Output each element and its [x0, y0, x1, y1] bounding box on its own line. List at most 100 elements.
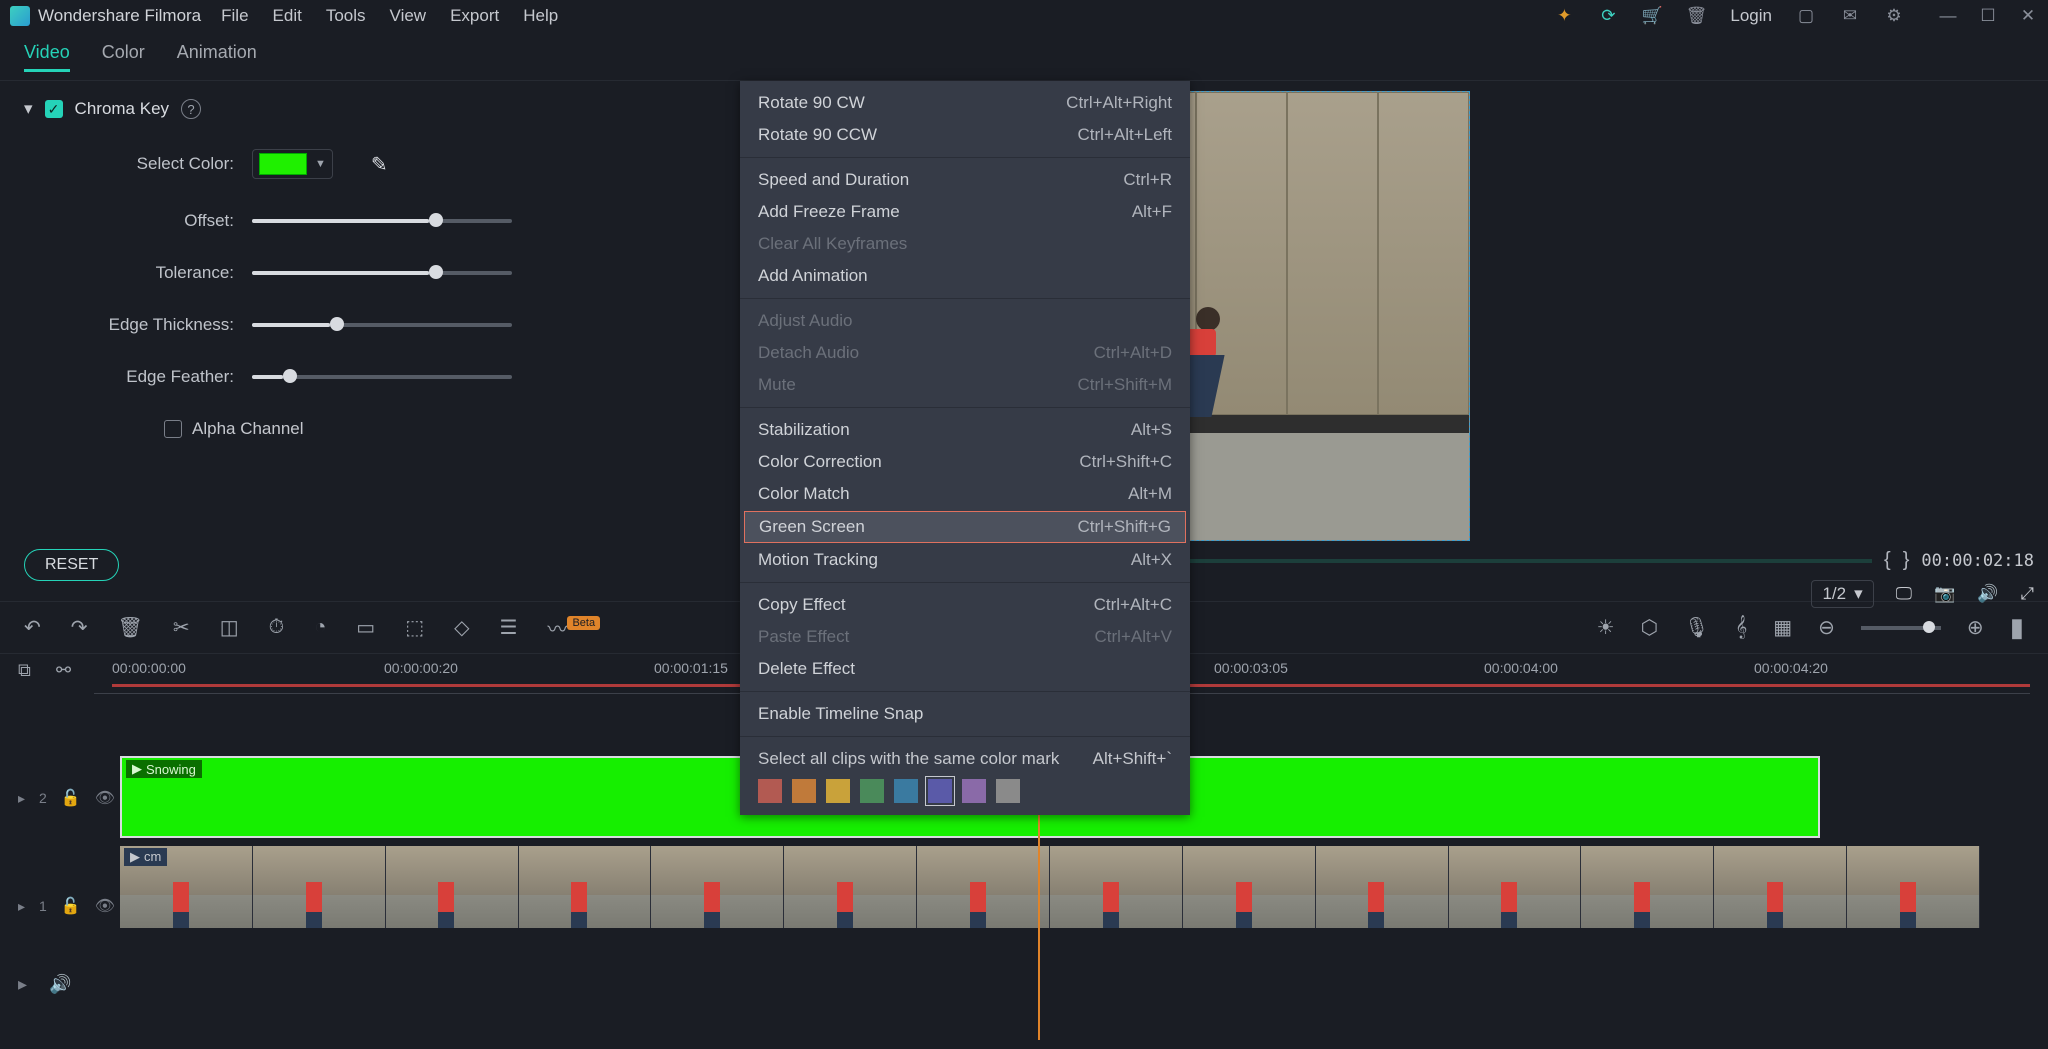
- mail-icon[interactable]: ✉: [1840, 6, 1860, 26]
- app-logo: Wondershare Filmora: [10, 6, 201, 26]
- clip-cm[interactable]: ▶cm: [120, 846, 1980, 928]
- menu-tools[interactable]: Tools: [326, 6, 366, 26]
- grid-icon[interactable]: ▦: [1773, 615, 1792, 640]
- volume-track-icon[interactable]: 🔊: [49, 974, 71, 995]
- render-icon[interactable]: ☀: [1597, 615, 1615, 640]
- voiceover-icon[interactable]: 🎙: [1684, 615, 1709, 640]
- menu-edit[interactable]: Edit: [273, 6, 302, 26]
- volume-icon[interactable]: 🔊: [1977, 584, 1998, 604]
- login-button[interactable]: Login: [1730, 6, 1772, 26]
- visibility-icon[interactable]: 👁: [95, 896, 115, 916]
- help-icon[interactable]: ?: [181, 99, 201, 119]
- ctx-color-mark[interactable]: Select all clips with the same color mar…: [740, 743, 1190, 809]
- zoom-in-icon[interactable]: ⊕: [1967, 615, 1984, 640]
- sync-icon[interactable]: ⟳: [1598, 6, 1618, 26]
- menu-view[interactable]: View: [390, 6, 427, 26]
- premium-icon[interactable]: ✦: [1554, 6, 1574, 26]
- ctx-item-color-match[interactable]: Color MatchAlt+M: [740, 478, 1190, 510]
- color-swatch[interactable]: [962, 779, 986, 803]
- tolerance-slider[interactable]: [252, 271, 512, 275]
- color-swatch[interactable]: [894, 779, 918, 803]
- audio-icon[interactable]: 〰Beta: [547, 613, 600, 642]
- snapshot-icon[interactable]: 📷: [1934, 584, 1955, 604]
- tab-color[interactable]: Color: [102, 42, 145, 72]
- display-icon[interactable]: 🖵: [1896, 584, 1912, 604]
- edge-thickness-slider[interactable]: [252, 323, 512, 327]
- tab-video[interactable]: Video: [24, 42, 70, 72]
- eyedropper-icon[interactable]: ✎: [371, 152, 388, 177]
- color-swatch[interactable]: [826, 779, 850, 803]
- mixer-icon[interactable]: 𝄞: [1735, 616, 1747, 639]
- color-swatch[interactable]: [860, 779, 884, 803]
- lock-icon[interactable]: 🔓: [61, 788, 81, 808]
- mark-out-icon[interactable]: }: [1903, 549, 1910, 572]
- preview-zoom-select[interactable]: 1/2 ▾: [1811, 580, 1873, 608]
- menu-file[interactable]: File: [221, 6, 248, 26]
- color-swatch[interactable]: [792, 779, 816, 803]
- offset-label: Offset:: [24, 211, 234, 231]
- color-icon[interactable]: ◔: [314, 616, 326, 639]
- keyframe-icon[interactable]: ◇: [454, 615, 469, 640]
- ctx-item-add-animation[interactable]: Add Animation: [740, 260, 1190, 292]
- greenscreen-icon[interactable]: ▭: [356, 615, 375, 640]
- ctx-item-green-screen[interactable]: Green ScreenCtrl+Shift+G: [744, 511, 1186, 543]
- edge-feather-slider[interactable]: [252, 375, 512, 379]
- context-menu: Rotate 90 CWCtrl+Alt+RightRotate 90 CCWC…: [740, 81, 1190, 815]
- cart-icon[interactable]: 🛒: [1642, 6, 1662, 26]
- mute-track-icon[interactable]: ▸: [18, 974, 27, 995]
- reset-button[interactable]: RESET: [24, 549, 119, 581]
- ctx-item-adjust-audio: Adjust Audio: [740, 305, 1190, 337]
- ctx-item-enable-timeline-snap[interactable]: Enable Timeline Snap: [740, 698, 1190, 730]
- visibility-icon[interactable]: 👁: [95, 788, 115, 808]
- menu-help[interactable]: Help: [523, 6, 558, 26]
- speed-icon[interactable]: ⏱: [269, 616, 285, 639]
- ctx-item-copy-effect[interactable]: Copy EffectCtrl+Alt+C: [740, 589, 1190, 621]
- ctx-item-rotate-90-cw[interactable]: Rotate 90 CWCtrl+Alt+Right: [740, 87, 1190, 119]
- bottom-controls: ▸ 🔊: [0, 966, 2048, 1003]
- play-icon: ▶: [130, 849, 140, 865]
- edge-thickness-label: Edge Thickness:: [24, 315, 234, 335]
- ctx-item-color-correction[interactable]: Color CorrectionCtrl+Shift+C: [740, 446, 1190, 478]
- save-icon[interactable]: ▢: [1796, 6, 1816, 26]
- main-menu: File Edit Tools View Export Help: [221, 6, 558, 26]
- undo-icon[interactable]: ↶: [24, 615, 41, 640]
- color-swatch[interactable]: [758, 779, 782, 803]
- chroma-color-swatch: [259, 153, 307, 175]
- mark-in-icon[interactable]: {: [1884, 549, 1891, 572]
- ruler-tick: 00:00:00:00: [112, 660, 186, 676]
- chevron-down-icon[interactable]: ▾: [24, 99, 33, 119]
- trash-icon[interactable]: 🗑: [1686, 6, 1706, 26]
- fit-icon[interactable]: ▮: [2010, 612, 2024, 643]
- timeline-zoom-slider[interactable]: [1861, 626, 1941, 630]
- adjust-icon[interactable]: ☰: [500, 615, 518, 640]
- ctx-item-motion-tracking[interactable]: Motion TrackingAlt+X: [740, 544, 1190, 576]
- ctx-item-stabilization[interactable]: StabilizationAlt+S: [740, 414, 1190, 446]
- marker-icon[interactable]: ⬡: [1641, 615, 1658, 640]
- ctx-item-delete-effect[interactable]: Delete Effect: [740, 653, 1190, 685]
- minimize-icon[interactable]: —: [1938, 6, 1958, 26]
- mask-icon[interactable]: ⬚: [405, 615, 424, 640]
- crop-icon[interactable]: ◫: [220, 615, 239, 640]
- link-icon[interactable]: ⚯: [56, 660, 76, 681]
- color-swatch[interactable]: [996, 779, 1020, 803]
- menu-export[interactable]: Export: [450, 6, 499, 26]
- alpha-channel-checkbox[interactable]: [164, 420, 182, 438]
- ctx-item-add-freeze-frame[interactable]: Add Freeze FrameAlt+F: [740, 196, 1190, 228]
- offset-slider[interactable]: [252, 219, 512, 223]
- chroma-key-checkbox[interactable]: ✓: [45, 100, 63, 118]
- redo-icon[interactable]: ↷: [71, 615, 88, 640]
- ctx-item-speed-and-duration[interactable]: Speed and DurationCtrl+R: [740, 164, 1190, 196]
- fullscreen-icon[interactable]: ⤢: [2020, 584, 2034, 604]
- ctx-item-rotate-90-ccw[interactable]: Rotate 90 CCWCtrl+Alt+Left: [740, 119, 1190, 151]
- color-swatch[interactable]: [928, 779, 952, 803]
- close-icon[interactable]: ✕: [2018, 6, 2038, 26]
- color-picker[interactable]: ▼: [252, 149, 333, 179]
- settings-icon[interactable]: ⚙: [1884, 6, 1904, 26]
- delete-icon[interactable]: 🗑: [118, 615, 143, 640]
- cut-icon[interactable]: ✂: [173, 615, 190, 640]
- maximize-icon[interactable]: ☐: [1978, 6, 1998, 26]
- lock-icon[interactable]: 🔓: [61, 896, 81, 916]
- zoom-out-icon[interactable]: ⊖: [1818, 615, 1835, 640]
- track-manager-icon[interactable]: ⧉: [18, 660, 38, 681]
- tab-animation[interactable]: Animation: [177, 42, 257, 72]
